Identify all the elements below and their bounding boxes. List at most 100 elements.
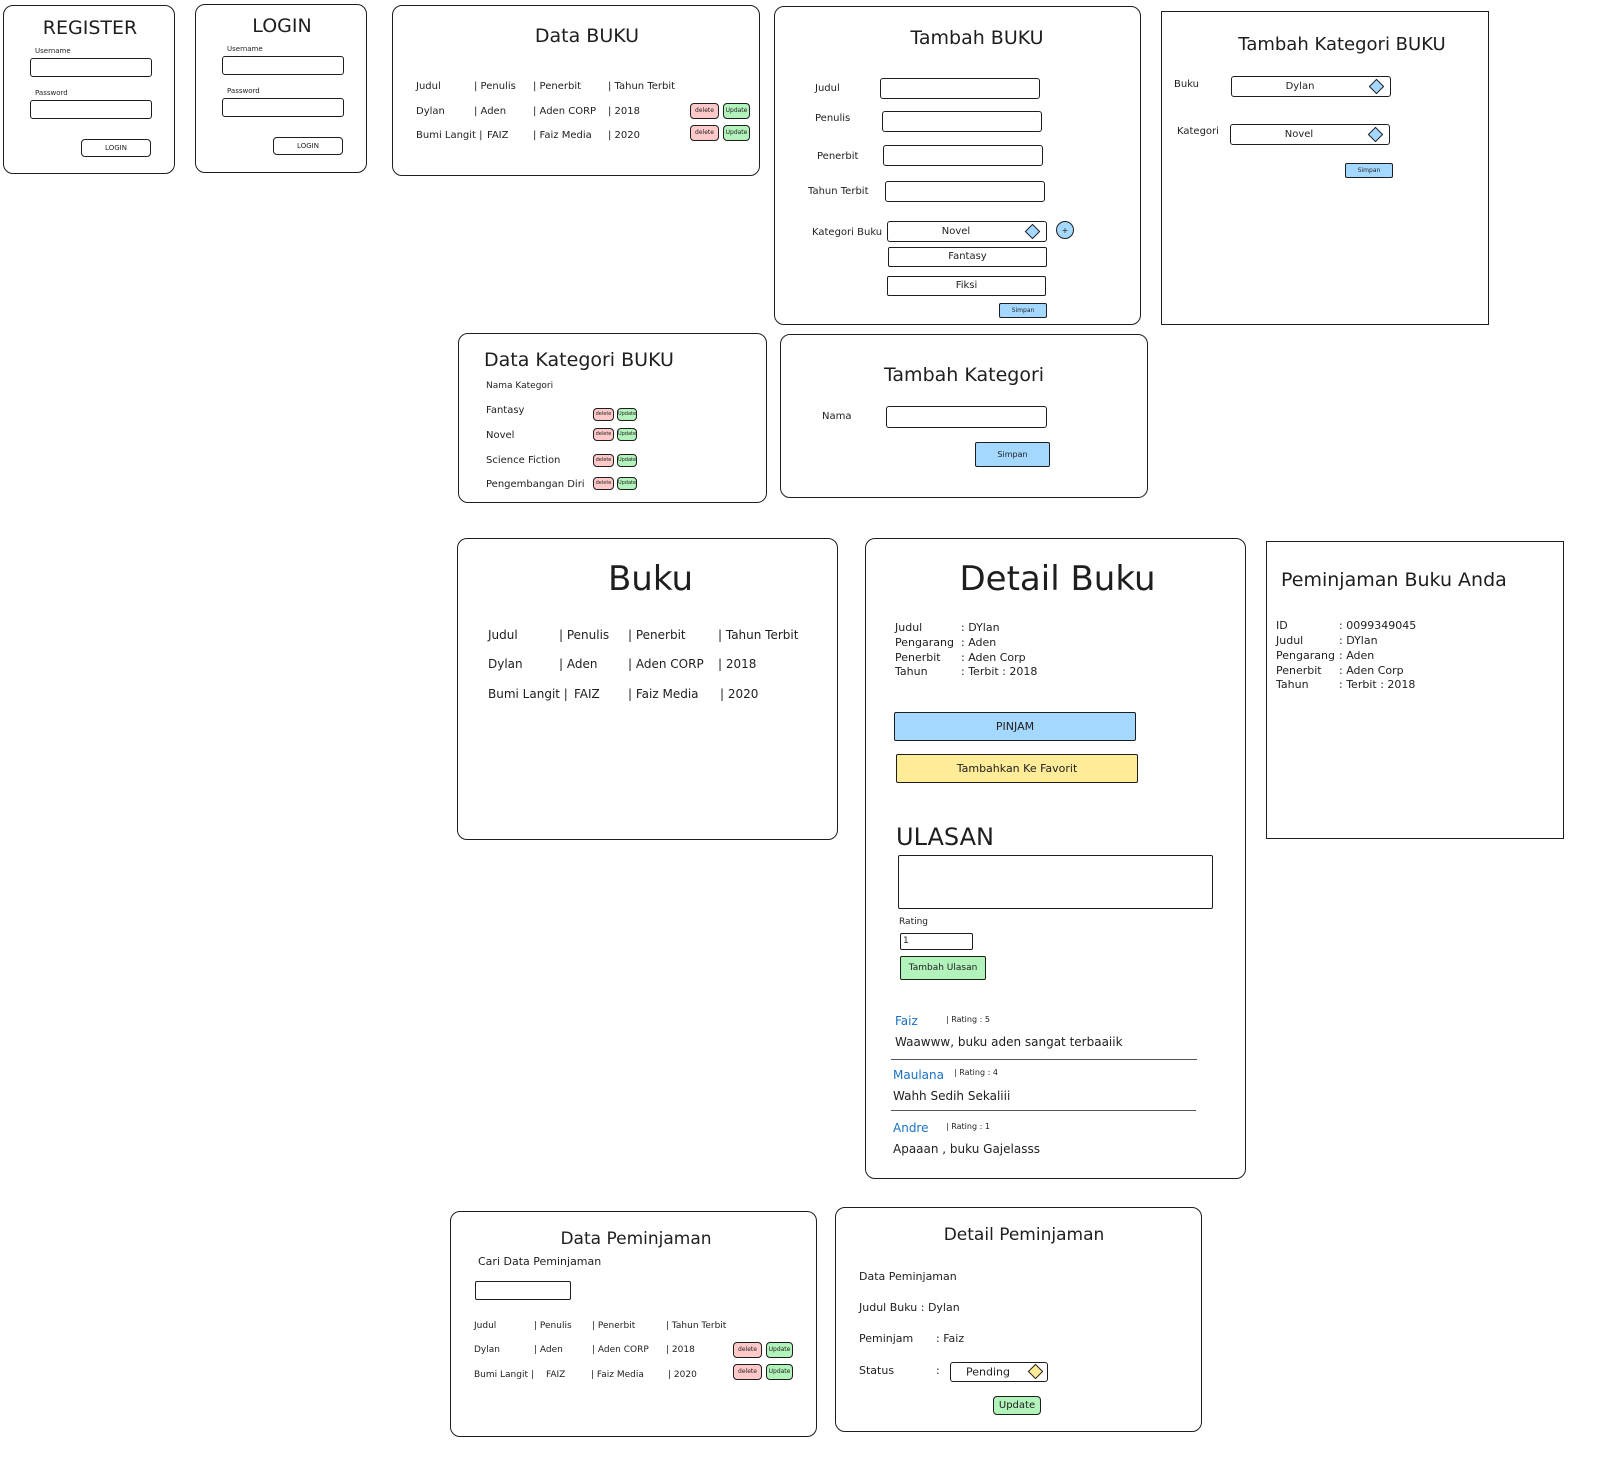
info-label: Penerbit <box>1276 664 1322 677</box>
table-cell: Dylan <box>488 657 523 671</box>
delete-button[interactable]: delete <box>733 1364 762 1380</box>
pinjam-button[interactable]: PINJAM <box>894 712 1136 741</box>
table-cell: | Aden <box>534 1345 563 1355</box>
buku-select[interactable]: Dylan <box>1231 76 1391 97</box>
delete-button[interactable]: delete <box>690 125 719 141</box>
info-value: : Terbit : 2018 <box>1339 678 1416 691</box>
register-submit-button[interactable]: LOGIN <box>81 139 151 157</box>
table-cell: | Faiz Media <box>591 1370 644 1380</box>
update-button[interactable]: Update <box>617 477 637 490</box>
table-cell: | 2020 <box>668 1370 697 1380</box>
info-value: : Terbit : 2018 <box>961 665 1038 678</box>
info-value: : Aden <box>1339 649 1375 662</box>
kategori-buku-select[interactable]: Novel <box>887 221 1047 242</box>
tambah-favorit-button[interactable]: Tambahkan Ke Favorit <box>896 754 1138 783</box>
kategori-option-fiksi[interactable]: Fiksi <box>887 276 1046 296</box>
add-kategori-button[interactable]: + <box>1056 221 1074 239</box>
table-header: | Tahun Terbit <box>666 1321 727 1331</box>
table-header: | Penulis <box>534 1321 572 1331</box>
penerbit-input[interactable] <box>883 145 1043 166</box>
buku-selected: Dylan <box>1285 80 1315 92</box>
tambah-ulasan-button[interactable]: Tambah Ulasan <box>900 956 986 980</box>
table-cell: | 2020 <box>608 130 640 141</box>
simpan-button[interactable]: Simpan <box>975 442 1050 467</box>
login-username-input[interactable] <box>222 56 344 75</box>
peminjam-label: Peminjam <box>859 1332 914 1345</box>
rating-input[interactable]: 1 <box>900 933 973 950</box>
detail-buku-title: Detail Buku <box>959 559 1156 599</box>
simpan-button[interactable]: Simpan <box>1345 163 1393 178</box>
table-cell: | 2018 <box>608 106 640 117</box>
table-cell: | 2018 <box>718 657 757 671</box>
info-value: : DYlan <box>1339 634 1378 647</box>
kategori-select[interactable]: Novel <box>1230 124 1390 145</box>
update-status-button[interactable]: Update <box>993 1396 1041 1415</box>
kategori-option-fantasy[interactable]: Fantasy <box>888 247 1047 267</box>
login-username-label: Username <box>227 45 263 53</box>
buku-panel: Buku Judul | Penulis | Penerbit | Tahun … <box>457 538 838 840</box>
cari-label: Cari Data Peminjaman <box>478 1255 602 1268</box>
judul-buku-label: Judul Buku : Dylan <box>859 1301 960 1314</box>
update-button[interactable]: Update <box>617 454 637 467</box>
review-author: Faiz <box>895 1014 918 1028</box>
delete-button[interactable]: delete <box>690 103 719 119</box>
kategori-label: Kategori <box>1177 126 1219 137</box>
simpan-button[interactable]: Simpan <box>999 303 1047 318</box>
nama-kategori-header: Nama Kategori <box>486 381 554 391</box>
plus-icon: + <box>1061 225 1069 235</box>
delete-button[interactable]: delete <box>733 1342 762 1358</box>
delete-button[interactable]: delete <box>593 454 614 467</box>
rating-label: Rating <box>899 917 929 927</box>
table-header: | Penulis <box>559 628 610 642</box>
info-label: Tahun <box>1276 678 1309 691</box>
chevron-down-icon <box>1024 223 1041 239</box>
search-input[interactable] <box>475 1281 571 1300</box>
delete-button[interactable]: delete <box>593 408 614 421</box>
status-select[interactable]: Pending <box>950 1362 1048 1382</box>
table-cell: | 2020 <box>720 687 759 701</box>
field-label-judul: Judul <box>815 83 840 94</box>
update-button[interactable]: Update <box>766 1364 793 1380</box>
info-value: : Aden Corp <box>961 651 1026 664</box>
penulis-input[interactable] <box>882 111 1042 132</box>
delete-button[interactable]: delete <box>593 428 614 441</box>
register-username-input[interactable] <box>30 58 152 77</box>
table-header: | Penerbit <box>628 628 686 642</box>
login-submit-button[interactable]: LOGIN <box>273 137 343 155</box>
register-password-input[interactable] <box>30 100 152 119</box>
info-value: : Aden Corp <box>1339 664 1404 677</box>
status-selected: Pending <box>966 1365 1010 1379</box>
status-label: Status <box>859 1364 895 1377</box>
judul-input[interactable] <box>880 78 1040 99</box>
data-kategori-title: Data Kategori BUKU <box>484 349 674 371</box>
data-buku-title: Data BUKU <box>534 25 640 47</box>
table-cell: | Aden CORP <box>592 1345 649 1355</box>
nama-input[interactable] <box>886 406 1047 428</box>
register-title: REGISTER <box>42 17 138 39</box>
tambah-buku-title: Tambah BUKU <box>910 27 1044 49</box>
review-text: Wahh Sedih Sekaliii <box>893 1089 1011 1103</box>
chevron-down-icon <box>1368 78 1385 94</box>
kategori-item: Fantasy <box>486 405 525 416</box>
table-cell: FAIZ <box>546 1370 566 1380</box>
update-button[interactable]: Update <box>617 428 637 441</box>
update-button[interactable]: Update <box>723 103 750 119</box>
update-button[interactable]: Update <box>766 1342 793 1358</box>
data-peminjaman-section: Data Peminjaman <box>859 1270 957 1283</box>
update-button[interactable]: Update <box>723 125 750 141</box>
table-cell: Bumi Langit | <box>474 1370 534 1380</box>
login-password-input[interactable] <box>222 98 344 117</box>
tambah-kategori-title: Tambah Kategori <box>883 364 1045 386</box>
data-buku-panel: Data BUKU Judul | Penulis | Penerbit | T… <box>392 5 760 176</box>
update-button[interactable]: Update <box>617 408 637 421</box>
tahun-terbit-input[interactable] <box>885 181 1045 202</box>
delete-button[interactable]: delete <box>593 477 614 490</box>
tambah-buku-panel: Tambah BUKU Judul Penulis Penerbit Tahun… <box>774 6 1141 325</box>
chevron-down-icon <box>1367 126 1384 142</box>
detail-peminjaman-panel: Detail Peminjaman Data Peminjaman Judul … <box>835 1207 1202 1432</box>
info-label: Penerbit <box>895 651 941 664</box>
rating-value: 1 <box>903 936 909 946</box>
ulasan-textarea[interactable] <box>898 855 1213 909</box>
data-kategori-panel: Data Kategori BUKU Nama Kategori Fantasy… <box>458 333 767 503</box>
register-panel: REGISTER Username Password LOGIN <box>3 5 175 174</box>
